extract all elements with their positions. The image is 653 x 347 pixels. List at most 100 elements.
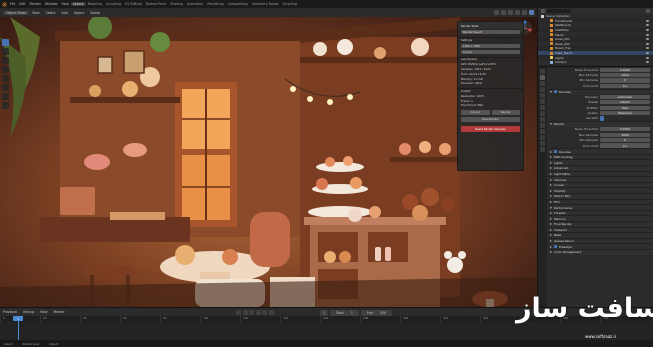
collapse-arrow-icon[interactable] bbox=[550, 212, 552, 215]
jump-start-icon[interactable] bbox=[236, 310, 241, 315]
menu-marker[interactable]: Marker bbox=[51, 310, 68, 314]
cursor-tool-icon[interactable] bbox=[2, 48, 9, 55]
jump-end-icon[interactable] bbox=[268, 310, 274, 315]
property-field[interactable]: 4096 bbox=[600, 132, 650, 137]
collapse-arrow-icon[interactable] bbox=[550, 167, 552, 170]
object-tab-icon[interactable] bbox=[540, 105, 545, 110]
workspace-tab-texture-paint[interactable]: Texture Paint bbox=[144, 2, 169, 6]
play-icon[interactable] bbox=[255, 310, 261, 315]
current-frame-field[interactable]: 1 bbox=[320, 309, 329, 316]
workspace-tab-scripting[interactable]: Scripting bbox=[281, 2, 299, 6]
property-field[interactable]: Albedo bbox=[600, 100, 650, 105]
eye-icon[interactable] bbox=[646, 24, 649, 27]
end-frame-field[interactable]: End 250 bbox=[360, 309, 393, 316]
eye-icon[interactable] bbox=[646, 19, 649, 22]
view-layer-tab-icon[interactable] bbox=[540, 87, 545, 92]
expand-arrow-icon[interactable] bbox=[550, 123, 552, 126]
expand-arrow-icon[interactable] bbox=[550, 90, 552, 93]
eye-icon[interactable] bbox=[646, 33, 649, 36]
collapse-arrow-icon[interactable] bbox=[550, 156, 552, 159]
collapse-arrow-icon[interactable] bbox=[550, 178, 552, 181]
collapse-arrow-icon[interactable] bbox=[550, 245, 552, 248]
resolution-field[interactable]: 1920 x 1080 bbox=[461, 43, 520, 49]
menu-window[interactable]: Window bbox=[43, 2, 60, 6]
scene-tab-icon[interactable] bbox=[540, 93, 545, 98]
material-tab-icon[interactable] bbox=[540, 141, 545, 146]
render-button[interactable]: Render bbox=[491, 109, 520, 115]
solid-shading-icon[interactable] bbox=[515, 10, 520, 15]
property-field[interactable]: Automatic bbox=[600, 94, 650, 99]
eye-icon[interactable] bbox=[646, 42, 649, 45]
menu-edit[interactable]: Edit bbox=[17, 2, 27, 6]
collapse-arrow-icon[interactable] bbox=[550, 172, 552, 175]
menu-file[interactable]: File bbox=[8, 2, 17, 6]
workspace-tab-shading[interactable]: Shading bbox=[168, 2, 185, 6]
next-keyframe-icon[interactable] bbox=[262, 310, 267, 315]
texture-tab-icon[interactable] bbox=[540, 147, 545, 152]
workspace-tab-layout[interactable]: Layout bbox=[70, 2, 86, 6]
menu-select[interactable]: Select bbox=[43, 11, 59, 15]
property-field[interactable]: Fast bbox=[600, 105, 650, 110]
collapse-arrow-icon[interactable] bbox=[550, 217, 552, 220]
menu-help[interactable]: Help bbox=[59, 2, 70, 6]
cancel-button[interactable]: Cancel bbox=[461, 109, 490, 115]
property-field[interactable]: 0.0100 bbox=[600, 67, 650, 72]
eye-icon[interactable] bbox=[646, 47, 649, 50]
output-tab-icon[interactable] bbox=[540, 81, 545, 86]
material-shading-icon[interactable] bbox=[522, 10, 527, 15]
measure-tool-icon[interactable] bbox=[2, 102, 9, 109]
transform-orientation-dropdown[interactable]: Global bbox=[87, 11, 103, 15]
overlay-icon[interactable] bbox=[494, 10, 499, 15]
collapse-arrow-icon[interactable] bbox=[550, 150, 552, 153]
eye-icon[interactable] bbox=[646, 52, 649, 55]
outliner-editor-icon[interactable] bbox=[541, 9, 545, 13]
constraints-tab-icon[interactable] bbox=[540, 129, 545, 134]
section-checkbox[interactable] bbox=[554, 150, 557, 154]
data-tab-icon[interactable] bbox=[540, 135, 545, 140]
collapse-arrow-icon[interactable] bbox=[550, 195, 552, 198]
property-field[interactable]: 0 bbox=[600, 138, 650, 143]
prev-keyframe-icon[interactable] bbox=[242, 310, 248, 315]
collapse-arrow-icon[interactable] bbox=[550, 161, 552, 164]
rotate-tool-icon[interactable] bbox=[2, 66, 9, 73]
menu-view-timeline[interactable]: View bbox=[37, 310, 51, 314]
property-field[interactable]: 0 bbox=[600, 78, 650, 83]
outliner-row[interactable]: Camera bbox=[538, 59, 653, 65]
save-render-button[interactable]: Save Render bbox=[461, 116, 520, 122]
workspace-tab-compositing[interactable]: Compositing bbox=[226, 2, 250, 6]
section-checkbox[interactable] bbox=[554, 245, 557, 249]
collapse-arrow-icon[interactable] bbox=[550, 200, 552, 203]
particles-tab-icon[interactable] bbox=[540, 117, 545, 122]
workspace-tab-rendering[interactable]: Rendering bbox=[205, 2, 225, 6]
panel-section[interactable]: Color Management bbox=[548, 248, 653, 255]
expand-arrow-icon[interactable] bbox=[550, 206, 552, 209]
reset-samples-button[interactable]: Reset Render Samples bbox=[461, 125, 520, 132]
menu-view[interactable]: View bbox=[29, 11, 43, 15]
menu-object[interactable]: Object bbox=[71, 11, 87, 15]
eye-icon[interactable] bbox=[646, 29, 649, 32]
physics-tab-icon[interactable] bbox=[540, 123, 545, 128]
property-field[interactable]: 0 s bbox=[600, 83, 650, 88]
rendered-shading-icon[interactable] bbox=[529, 10, 534, 15]
xray-icon[interactable] bbox=[501, 10, 506, 15]
render-result-field[interactable]: Render Result bbox=[461, 29, 520, 35]
property-field[interactable]: 0.0100 bbox=[600, 127, 650, 132]
collapse-arrow-icon[interactable] bbox=[550, 234, 552, 237]
workspace-tab-sculpting[interactable]: Sculpting bbox=[104, 2, 123, 6]
start-frame-field[interactable]: Start 1 bbox=[330, 309, 359, 316]
object-mode-dropdown[interactable]: Object Mode bbox=[3, 10, 30, 15]
world-tab-icon[interactable] bbox=[540, 99, 545, 104]
section-checkbox[interactable] bbox=[554, 90, 557, 94]
scale-tool-icon[interactable] bbox=[2, 75, 9, 82]
menu-add[interactable]: Add bbox=[59, 11, 71, 15]
property-checkbox[interactable] bbox=[600, 116, 604, 121]
tool-tab-icon[interactable] bbox=[540, 69, 545, 74]
property-field[interactable]: 1024 bbox=[600, 72, 650, 78]
workspace-tab-animation[interactable]: Animation bbox=[185, 2, 205, 6]
eye-icon[interactable] bbox=[646, 38, 649, 41]
collapse-arrow-icon[interactable] bbox=[550, 223, 552, 226]
engine-field[interactable]: Cycles bbox=[461, 49, 520, 55]
menu-playback[interactable]: Playback bbox=[0, 310, 20, 314]
eye-icon[interactable] bbox=[646, 56, 649, 59]
menu-keying[interactable]: Keying bbox=[20, 310, 37, 314]
